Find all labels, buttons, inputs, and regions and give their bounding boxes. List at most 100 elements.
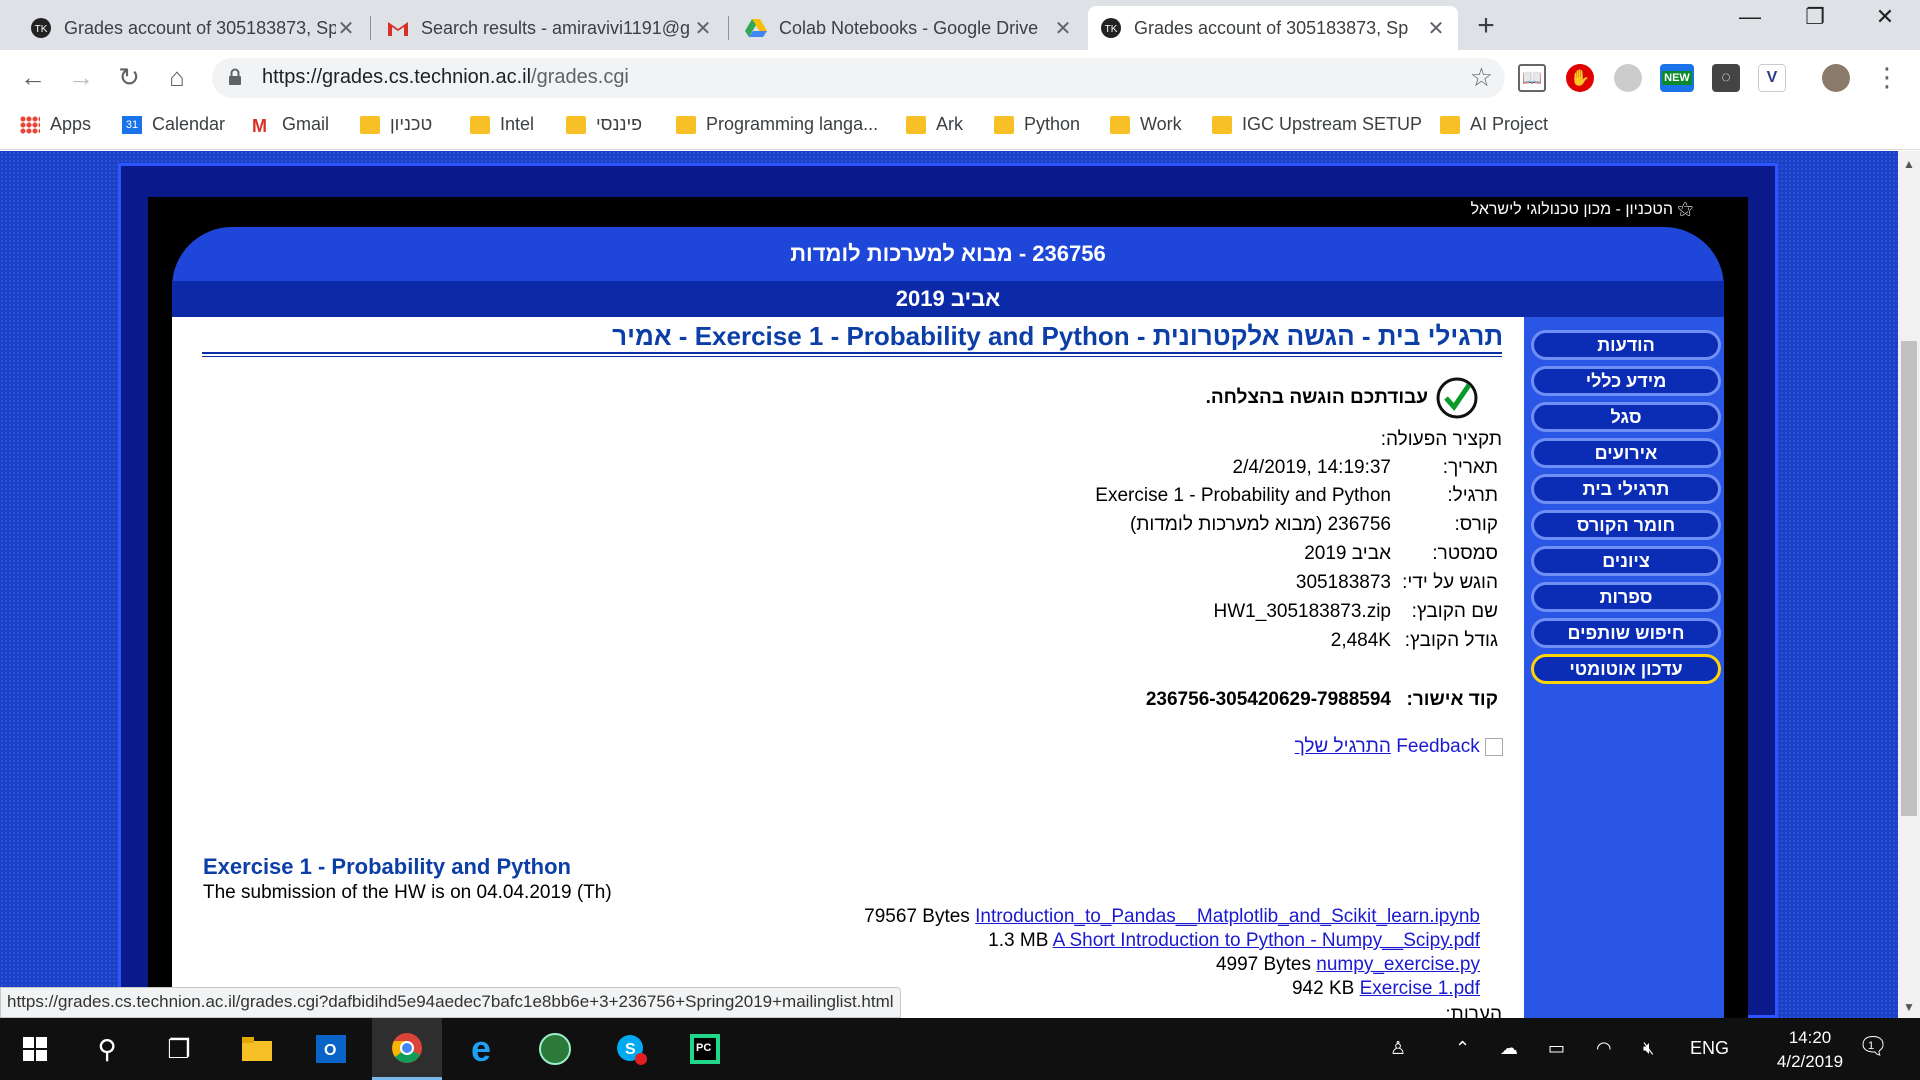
file-link[interactable]: A Short Introduction to Python - Numpy__… (1053, 930, 1480, 951)
bookmark-star-icon[interactable]: ☆ (1470, 62, 1493, 93)
minimize-button[interactable]: — (1730, 4, 1770, 30)
address-bar[interactable]: https://grades.cs.technion.ac.il/grades.… (212, 58, 1505, 98)
menu-events[interactable]: אירועים (1531, 438, 1721, 468)
close-tab-icon[interactable]: ✕ (1053, 16, 1073, 41)
bulb-extension-icon[interactable]: ◌ (1712, 64, 1740, 92)
feedback-link[interactable]: התרגיל שלך (1295, 736, 1391, 757)
menu-dots-icon[interactable]: ⋮ (1870, 62, 1904, 93)
bookmark-programming[interactable]: Programming langa... (676, 114, 878, 135)
bookmark-python[interactable]: Python (994, 114, 1080, 135)
technion-label: ⚝ הטכניון - מכון טכנולוגי לישראל (1470, 201, 1693, 218)
file-link[interactable]: Exercise 1.pdf (1360, 978, 1480, 999)
row-value: Exercise 1 - Probability and Python (1095, 485, 1391, 506)
file-link[interactable]: Introduction_to_Pandas__Matplotlib_and_S… (975, 906, 1480, 927)
approval-label: קוד אישור: (1406, 689, 1499, 710)
bookmark-work[interactable]: Work (1110, 114, 1182, 135)
reader-extension-icon[interactable]: 📖 (1518, 64, 1546, 92)
chevron-up-icon[interactable]: ⌃ (1455, 1038, 1470, 1059)
close-tab-icon[interactable]: ✕ (1426, 16, 1446, 41)
menu-staff[interactable]: סגל (1531, 402, 1721, 432)
bookmark-ark[interactable]: Ark (906, 114, 963, 135)
feedback-row: התרגיל שלך Feedback (1295, 736, 1503, 758)
volume-mute-icon[interactable]: 🔇︎ (1643, 1038, 1654, 1059)
url-text: https://grades.cs.technion.ac.il/grades.… (262, 66, 629, 88)
browser-toolbar: ← → ↻ ⌂ https://grades.cs.technion.ac.il… (0, 50, 1920, 106)
menu-announcements[interactable]: הודעות (1531, 330, 1721, 360)
circle-extension-icon[interactable] (1614, 64, 1642, 92)
close-tab-icon[interactable]: ✕ (693, 16, 713, 41)
feedback-text[interactable]: Feedback (1396, 736, 1479, 757)
menu-find-partners[interactable]: חיפוש שותפים (1531, 618, 1721, 648)
row-value: 2/4/2019, 14:19:37 (1232, 457, 1391, 478)
bookmark-gmail[interactable]: M Gmail (252, 114, 329, 136)
bookmarks-bar: Apps 31 Calendar M Gmail טכניון Intel פיננ… (0, 106, 1920, 150)
notifications-icon[interactable]: 🗨︎ 1 (1858, 1032, 1888, 1061)
bookmark-apps[interactable]: Apps (20, 114, 91, 135)
tab-grades-1[interactable]: TK Grades account of 305183873, Sp ✕ (18, 6, 368, 50)
menu-homework[interactable]: תרגילי בית (1531, 474, 1721, 504)
home-icon[interactable]: ⌂ (160, 62, 194, 93)
bookmark-finance[interactable]: פיננסי (566, 114, 642, 135)
battery-icon[interactable]: ▭ (1548, 1038, 1565, 1059)
menu-general-info[interactable]: מידע כללי (1531, 366, 1721, 396)
chrome-icon[interactable] (372, 1018, 442, 1080)
tab-gmail[interactable]: Search results - amiravivi1191@g ✕ (375, 6, 725, 50)
new-tab-button[interactable]: + (1468, 9, 1504, 43)
windows-start-icon[interactable] (0, 1018, 70, 1080)
file-explorer-icon[interactable] (222, 1018, 292, 1080)
menu-course-material[interactable]: חומר הקורס (1531, 510, 1721, 540)
bookmark-igc[interactable]: IGC Upstream SETUP (1212, 114, 1422, 135)
close-window-button[interactable]: ✕ (1865, 4, 1905, 30)
language-indicator[interactable]: ENG (1690, 1038, 1729, 1059)
folder-icon (470, 115, 490, 134)
forward-icon[interactable]: → (64, 62, 98, 93)
file-link[interactable]: numpy_exercise.py (1316, 954, 1480, 975)
tab-drive[interactable]: Colab Notebooks - Google Drive ✕ (733, 6, 1085, 50)
row-label: הוגש על ידי: (1402, 572, 1498, 593)
pycharm-icon[interactable]: PC (670, 1018, 740, 1080)
menu-grades[interactable]: ציונים (1531, 546, 1721, 576)
approval-code: 236756-305420629-7988594 (1145, 689, 1391, 710)
scrollbar-thumb[interactable] (1901, 341, 1917, 816)
wifi-icon[interactable]: ◠ (1596, 1038, 1612, 1059)
search-icon[interactable]: ⚲ (72, 1018, 142, 1080)
technion-logo-icon: ⚝ (1673, 201, 1693, 218)
row-value: HW1_305183873.zip (1213, 601, 1391, 622)
submission-note: The submission of the HW is on 04.04.201… (203, 882, 612, 903)
scroll-up-icon[interactable]: ▲ (1903, 157, 1915, 171)
new-badge-extension-icon[interactable]: NEW (1660, 64, 1694, 92)
onedrive-icon[interactable]: ☁ (1500, 1038, 1518, 1059)
globe-app-icon[interactable] (520, 1018, 590, 1080)
close-tab-icon[interactable]: ✕ (336, 16, 356, 41)
skype-icon[interactable]: S (596, 1018, 666, 1080)
menu-auto-update[interactable]: עדכון אוטומטי (1531, 654, 1721, 684)
outlook-icon[interactable]: O (296, 1018, 366, 1080)
people-icon[interactable]: ♙ (1390, 1038, 1406, 1059)
bookmark-ai-project[interactable]: AI Project (1440, 114, 1548, 135)
bookmark-technion[interactable]: טכניון (360, 114, 432, 135)
vertical-scrollbar[interactable]: ▲ ▼ (1898, 151, 1920, 1018)
file-row: 79567 Bytes Introduction_to_Pandas__Matp… (864, 906, 1480, 928)
v-extension-icon[interactable]: V (1758, 64, 1786, 92)
back-icon[interactable]: ← (16, 62, 50, 93)
avatar[interactable] (1822, 64, 1850, 92)
tk-logo-icon: TK (1100, 17, 1122, 39)
bookmark-calendar[interactable]: 31 Calendar (122, 114, 225, 135)
clock-date: 4/2/2019 (1776, 1052, 1844, 1071)
folder-icon (1110, 115, 1130, 134)
windows-taskbar: ⚲ ❐ O e S PC ♙ ⌃ ☁ ▭ ◠ 🔇︎ ENG 14:20 4/2/… (0, 1018, 1920, 1080)
maximize-button[interactable]: ❐ (1795, 4, 1835, 30)
bookmark-intel[interactable]: Intel (470, 114, 534, 135)
tab-separator (370, 16, 371, 40)
gmail-icon: M (252, 115, 267, 136)
clock[interactable]: 14:20 4/2/2019 (1760, 1026, 1860, 1074)
reload-icon[interactable]: ↻ (112, 62, 146, 93)
menu-literature[interactable]: ספרות (1531, 582, 1721, 612)
row-label: תרגיל: (1447, 485, 1498, 506)
drive-icon (745, 17, 767, 39)
adblock-extension-icon[interactable]: ✋ (1566, 64, 1594, 92)
task-view-icon[interactable]: ❐ (144, 1018, 214, 1080)
scroll-down-icon[interactable]: ▼ (1903, 1000, 1915, 1014)
internet-explorer-icon[interactable]: e (446, 1018, 516, 1080)
tab-grades-active[interactable]: TK Grades account of 305183873, Sp ✕ (1088, 6, 1458, 50)
